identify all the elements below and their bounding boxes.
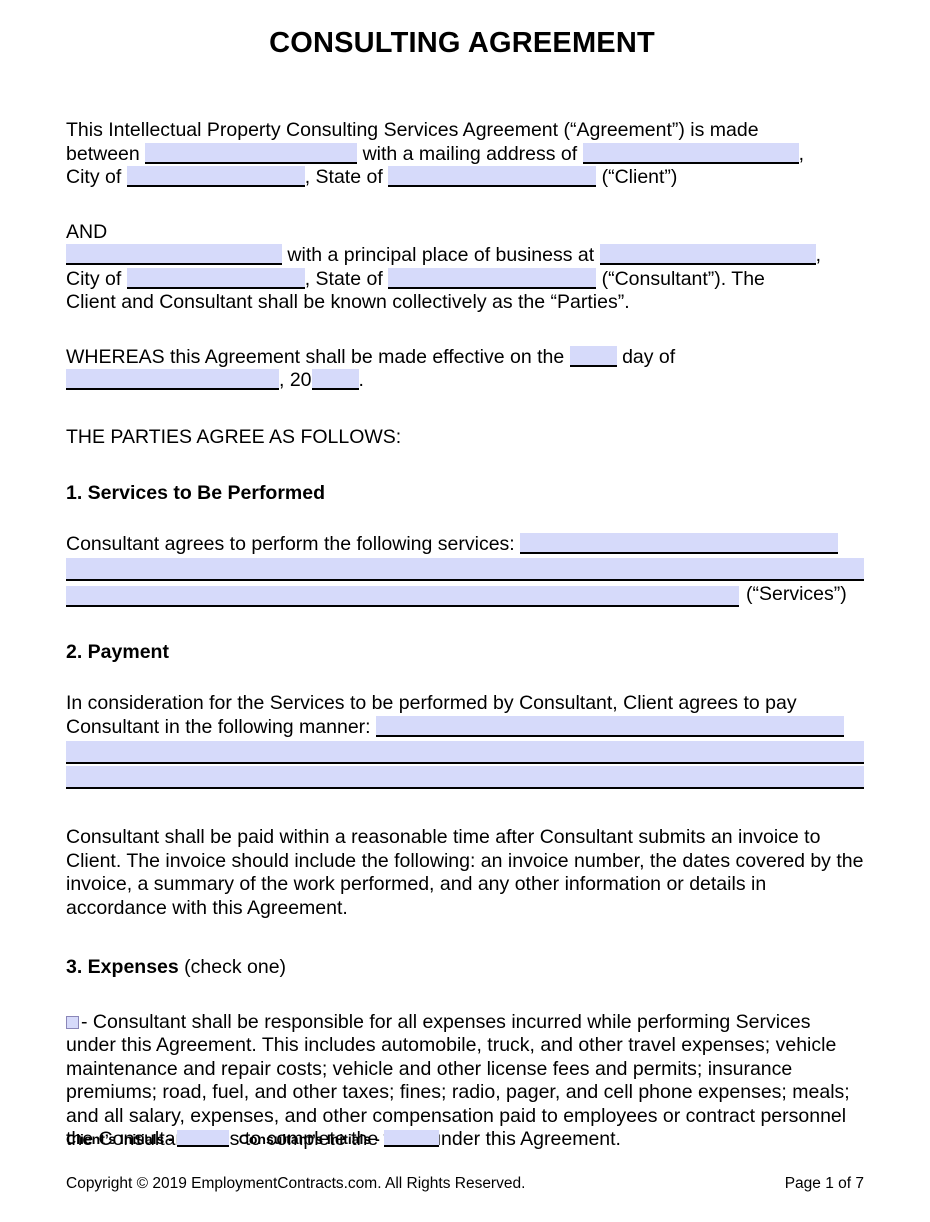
section2-heading: 2. Payment — [66, 640, 169, 663]
expenses-option-a-dash: - — [81, 1010, 88, 1033]
effective-year-field[interactable] — [311, 369, 359, 390]
section1-intro-label: Consultant agrees to perform the followi… — [66, 532, 515, 555]
section3-heading-bold: 3. Expenses — [66, 956, 179, 978]
intro-paragraph: This Intellectual Property Consulting Se… — [66, 119, 864, 190]
services-field-line3[interactable] — [66, 585, 739, 607]
payment-field-line1[interactable] — [376, 715, 845, 737]
section1-intro: Consultant agrees to perform the followi… — [66, 532, 864, 557]
services-tail-label: (“Services”) — [746, 583, 847, 605]
consultant-initials-field[interactable] — [383, 1130, 439, 1147]
consultant-city-field[interactable] — [126, 267, 305, 289]
section2-intro: In consideration for the Services to be … — [66, 692, 864, 739]
client-initials-label: Client’s Initials - — [66, 1131, 173, 1147]
section1-heading: 1. Services to Be Performed — [66, 482, 326, 504]
whereas-text: WHEREAS this Agreement shall be made eff… — [66, 345, 565, 368]
consultant-initials-label: Consultant’s Initials - — [238, 1131, 380, 1147]
client-city-field[interactable] — [126, 166, 305, 187]
invoice-paragraph: Consultant shall be paid within a reason… — [66, 826, 864, 919]
expenses-option-a-checkbox[interactable] — [66, 1015, 79, 1029]
client-initials-field[interactable] — [176, 1130, 229, 1147]
services-line3-row: (“Services”) — [66, 583, 864, 607]
and-paragraph: AND with a principal place of business a… — [66, 221, 864, 315]
client-state-field[interactable] — [388, 166, 597, 187]
effective-month-field[interactable] — [66, 369, 279, 390]
page-title: CONSULTING AGREEMENT — [269, 27, 655, 59]
page-number: Page 1 of 7 — [784, 1175, 864, 1192]
intro-mailing-label: with a mailing address of — [362, 142, 578, 165]
whereas-paragraph: WHEREAS this Agreement shall be made eff… — [66, 345, 864, 393]
intro-line2-comma: , — [798, 142, 805, 165]
section2-intro-line2: Consultant in the following manner: — [66, 715, 371, 738]
and-state-label: , State of — [304, 267, 383, 290]
consultant-name-field[interactable] — [66, 244, 282, 265]
payment-field-line2[interactable] — [66, 741, 864, 764]
intro-state-label: , State of — [304, 166, 383, 188]
consultant-address-field[interactable] — [599, 244, 816, 265]
section3-heading: 3. Expenses (check one) — [66, 956, 864, 980]
and-line1-comma: , — [815, 244, 822, 266]
client-address-field[interactable] — [582, 142, 799, 164]
and-business-label: with a principal place of business at — [287, 244, 595, 266]
section3-heading-note: (check one) — [184, 956, 287, 978]
intro-between-label: between — [66, 142, 140, 165]
initials-row: Client’s Initials - Consultant’s Initial… — [66, 1130, 439, 1148]
services-field-line2[interactable] — [66, 558, 864, 581]
document-page: CONSULTING AGREEMENT This Intellectual P… — [0, 0, 930, 1222]
page-footer: Copyright © 2019 EmploymentContracts.com… — [66, 1174, 864, 1194]
whereas-period: . — [358, 369, 364, 391]
payment-field-line3[interactable] — [66, 766, 864, 789]
and-label: AND — [66, 220, 108, 243]
services-field-line1[interactable] — [520, 532, 839, 554]
parties-agree-line: THE PARTIES AGREE AS FOLLOWS: — [66, 425, 402, 448]
and-consultant-tag: (“Consultant”). The — [601, 267, 765, 290]
effective-day-field[interactable] — [569, 345, 617, 367]
whereas-day-label: day of — [622, 345, 676, 368]
and-city-label: City of — [66, 267, 122, 290]
intro-client-tag: (“Client”) — [601, 166, 678, 188]
consultant-state-field[interactable] — [388, 267, 597, 289]
intro-line1-text: This Intellectual Property Consulting Se… — [66, 119, 759, 141]
and-parties-text: Client and Consultant shall be known col… — [66, 291, 630, 313]
intro-city-label: City of — [66, 166, 122, 188]
whereas-year-prefix: , 20 — [279, 369, 312, 391]
section2-intro-line1: In consideration for the Services to be … — [66, 692, 797, 714]
copyright-text: Copyright © 2019 EmploymentContracts.com… — [66, 1175, 526, 1192]
client-name-field[interactable] — [145, 142, 358, 164]
